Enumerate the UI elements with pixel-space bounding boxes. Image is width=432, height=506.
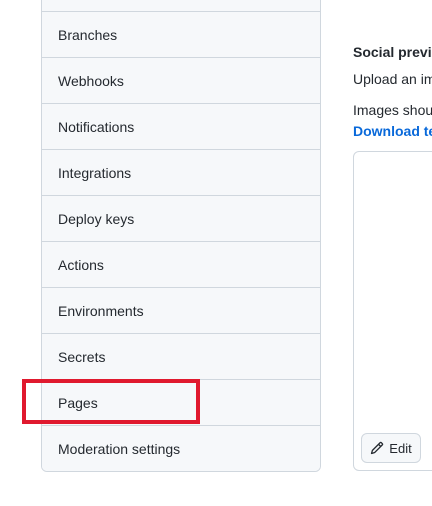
pencil-icon [370,441,384,455]
sidebar-item-label: Secrets [58,348,106,365]
sidebar-item-label: Notifications [58,118,135,135]
social-preview-title: Social previe [353,44,432,60]
sidebar-item-notifications[interactable]: Notifications [42,103,320,149]
sidebar-item-deploy-keys[interactable]: Deploy keys [42,195,320,241]
download-template-link[interactable]: Download te [353,123,432,139]
social-preview-guideline-text: Images shou [353,102,432,118]
sidebar-item-moderation-settings[interactable]: Moderation settings [42,425,320,471]
sidebar-item-integrations[interactable]: Integrations [42,149,320,195]
sidebar-item-webhooks[interactable]: Webhooks [42,57,320,103]
sidebar-item-label: Actions [58,256,104,273]
sidebar-item-label: Environments [58,302,144,319]
sidebar-item-top[interactable] [42,0,320,11]
social-preview-upload-text: Upload an im [353,71,432,87]
sidebar-item-environments[interactable]: Environments [42,287,320,333]
sidebar-item-label: Pages [58,394,98,411]
sidebar-item-label: Branches [58,26,118,43]
settings-sidebar: Branches Webhooks Notifications Integrat… [41,0,321,472]
sidebar-item-label: Deploy keys [58,210,135,227]
sidebar-item-secrets[interactable]: Secrets [42,333,320,379]
sidebar-item-label: Webhooks [58,72,124,89]
social-preview-image-box [353,151,432,471]
edit-button[interactable]: Edit [361,433,421,463]
sidebar-item-pages[interactable]: Pages [42,379,320,425]
edit-button-label: Edit [389,440,412,456]
settings-page: Branches Webhooks Notifications Integrat… [0,0,432,506]
sidebar-item-branches[interactable]: Branches [42,11,320,57]
sidebar-item-label: Integrations [58,164,132,181]
sidebar-item-label: Moderation settings [58,440,181,457]
sidebar-item-actions[interactable]: Actions [42,241,320,287]
